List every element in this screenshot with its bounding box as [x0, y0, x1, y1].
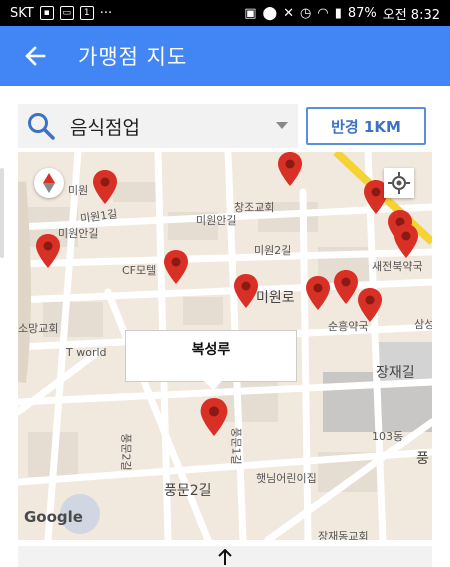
map-pin[interactable] [234, 274, 258, 308]
map-label: 미원로 [256, 290, 295, 306]
place-callout[interactable]: 복성루 [125, 330, 297, 390]
more-notifications-icon: ··· [99, 5, 113, 21]
map-pin[interactable] [306, 276, 330, 310]
radius-button[interactable]: 반경 1KM [306, 107, 426, 145]
arrow-up-icon [218, 548, 232, 565]
map-label: CF모텔 [122, 264, 157, 277]
search-row: 음식점업 반경 1KM [18, 104, 432, 148]
map-label: 햇님어린이집 [256, 472, 317, 485]
search-icon [28, 113, 55, 140]
message-icon: ▭ [59, 6, 74, 20]
my-location-button[interactable] [384, 168, 414, 198]
wifi-icon: ◠ [317, 5, 329, 21]
chevron-down-icon [276, 122, 288, 129]
map-label: 103동 [372, 430, 404, 443]
category-value: 음식점업 [70, 116, 140, 139]
carrier-label: SKT [10, 5, 34, 21]
map-label: 장재동교회 [318, 530, 369, 540]
signal-icon: ▮ [334, 5, 342, 21]
map-pin[interactable] [93, 170, 117, 204]
compass-button[interactable] [34, 168, 64, 198]
location-icon: ⬤ [262, 5, 278, 21]
status-left: SKT ▪ ▭ 1 ··· [10, 6, 112, 21]
map-label: 미원안길 [58, 227, 99, 240]
map-label: 소망교회 [18, 322, 59, 335]
map-label: 미원 [68, 184, 89, 197]
left-edge-handle [0, 168, 4, 258]
arrow-left-icon [25, 46, 46, 66]
back-button[interactable] [20, 41, 50, 71]
place-name: 복성루 [191, 342, 231, 358]
app-bar: 가맹점 지도 [0, 26, 450, 86]
selected-map-pin[interactable] [200, 398, 228, 436]
map-label: 창조교회 [234, 201, 275, 214]
map-view[interactable]: 미원1길 미원안길 미원안길 미원2길 창조교회 미원 CF모텔 미원로 새전북… [18, 152, 432, 540]
category-select[interactable]: 음식점업 [18, 104, 298, 148]
bottom-expand-bar[interactable] [18, 546, 432, 567]
status-right: ▣ ⬤ ✕ ◷ ◠ ▮ 87% 오전 8:32 [244, 4, 440, 23]
map-label: 풍문1길 [229, 427, 243, 465]
map-label: 미원2길 [254, 244, 292, 257]
map-label: T world [66, 346, 107, 359]
map-label: 풍문2길 [119, 433, 133, 471]
clock: 오전 8:32 [382, 7, 440, 23]
notification-count: 1 [79, 6, 94, 20]
app-notification-icon: ▪ [39, 6, 54, 20]
alarm-icon: ◷ [300, 5, 312, 21]
status-bar: SKT ▪ ▭ 1 ··· ▣ ⬤ ✕ ◷ ◠ ▮ 87% 오전 8:32 [0, 0, 450, 26]
map-label: 미원안길 [196, 214, 237, 227]
map-label: 장재길 [376, 365, 415, 381]
map-pin[interactable] [164, 250, 188, 284]
map-label: 풍문2길 [164, 483, 212, 499]
map-label: 새전북약국 [372, 260, 423, 273]
map-label: 풍 [416, 451, 429, 467]
mute-icon: ✕ [283, 5, 294, 21]
lock-icon: ▣ [244, 5, 257, 21]
crosshair-icon [388, 172, 410, 194]
battery-percentage: 87% [347, 5, 377, 21]
page-title: 가맹점 지도 [78, 45, 188, 69]
google-logo: Google [24, 508, 83, 526]
map-pin[interactable] [334, 270, 358, 304]
compass-icon [43, 173, 55, 193]
map-pin[interactable] [394, 224, 418, 258]
map-label: 삼성 [414, 318, 432, 331]
map-pin[interactable] [278, 152, 302, 186]
map-pin[interactable] [358, 288, 382, 322]
map-pin[interactable] [36, 234, 60, 268]
